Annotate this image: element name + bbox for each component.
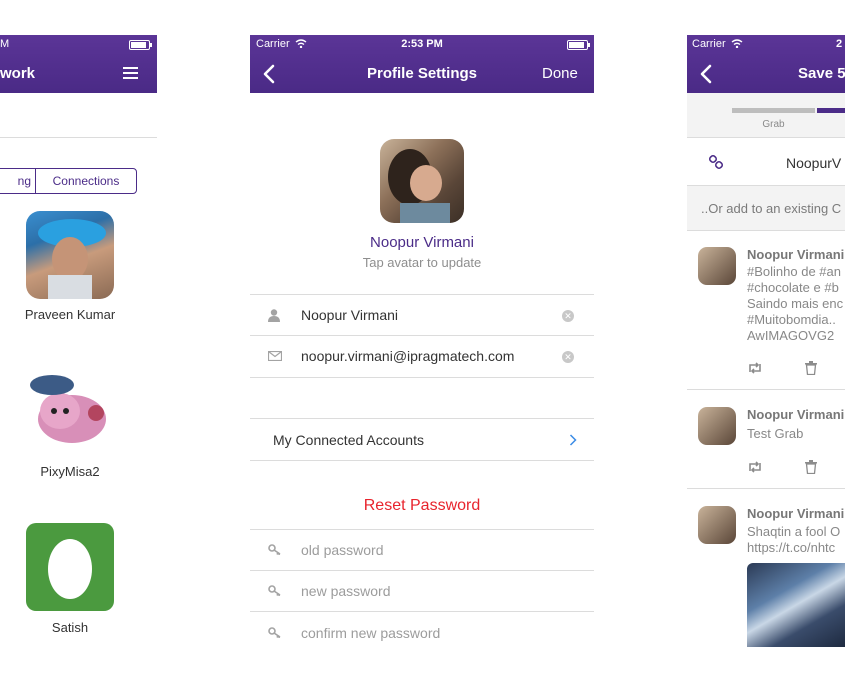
- battery-icon: [567, 40, 588, 50]
- tweet-avatar: [698, 247, 736, 285]
- battery-tip: [588, 43, 590, 47]
- divider: [687, 389, 845, 390]
- nav-title: work: [0, 65, 36, 82]
- avatar-satish[interactable]: [26, 523, 114, 611]
- avatar-pixymisa[interactable]: [26, 365, 114, 453]
- user-name-satish: Satish: [51, 620, 89, 635]
- key-icon: [268, 585, 281, 596]
- user-name-praveen: Praveen Kumar: [24, 307, 116, 322]
- name-field[interactable]: Noopur Virmani: [301, 307, 398, 323]
- tweet-avatar: [698, 506, 736, 544]
- divider: [250, 529, 594, 530]
- divider: [250, 460, 594, 461]
- status-time: M: [0, 38, 10, 50]
- link-icon: [709, 155, 723, 169]
- progress-panel: [687, 93, 845, 137]
- save-navbar: Carrier 2 Save 5: [687, 35, 845, 93]
- key-icon: [268, 627, 281, 638]
- email-field[interactable]: noopur.virmani@ipragmatech.com: [301, 348, 514, 364]
- wifi-icon: [731, 39, 743, 48]
- right-screen: Carrier 2 Save 5 Grab NoopurV ..Or add t…: [687, 35, 845, 647]
- progress-label: Grab: [762, 119, 785, 130]
- connected-accounts-row[interactable]: My Connected Accounts: [273, 432, 424, 448]
- person-photo-icon: [38, 219, 106, 299]
- divider: [687, 137, 845, 138]
- retweet-icon[interactable]: [747, 362, 763, 374]
- segment-connections[interactable]: Connections: [36, 169, 136, 193]
- tweet-body: Shaqtin a fool O https://t.co/nhtc: [747, 524, 841, 555]
- egg-icon: [48, 539, 92, 599]
- add-existing-text[interactable]: ..Or add to an existing C: [701, 201, 841, 216]
- progress-step-grab: [732, 108, 815, 113]
- progress-step-active: [817, 108, 845, 113]
- profile-avatar[interactable]: [380, 139, 464, 223]
- confirm-password-input[interactable]: confirm new password: [301, 625, 440, 641]
- tweet-body: Test Grab: [747, 426, 804, 441]
- divider: [250, 611, 594, 612]
- divider: [250, 335, 594, 336]
- divider: [687, 488, 845, 489]
- tweet-avatar: [698, 407, 736, 445]
- clear-name-icon[interactable]: ✕: [562, 310, 574, 322]
- profile-navbar: Carrier 2:53 PM Profile Settings Done: [250, 35, 594, 93]
- status-time: 2:53 PM: [401, 38, 443, 50]
- trash-icon[interactable]: [805, 361, 817, 375]
- status-time: 2: [836, 38, 843, 50]
- done-button[interactable]: Done: [542, 65, 578, 82]
- segment-following[interactable]: ng: [0, 169, 36, 193]
- divider: [250, 377, 594, 378]
- left-screen: M work ng Connections Praveen Kumar Pixy…: [0, 35, 157, 647]
- chevron-left-icon[interactable]: [700, 64, 712, 84]
- avatar-praveen[interactable]: [26, 211, 114, 299]
- battery-tip: [150, 43, 152, 47]
- person-photo-icon: [388, 149, 450, 223]
- new-password-input[interactable]: new password: [301, 583, 391, 599]
- divider: [250, 418, 594, 419]
- hamburger-icon[interactable]: [123, 67, 138, 79]
- tweet-image[interactable]: [747, 563, 845, 647]
- retweet-icon[interactable]: [747, 461, 763, 473]
- carrier-label: Carrier: [692, 38, 726, 50]
- user-name-pixymisa: PixyMisa2: [40, 464, 100, 479]
- chevron-right-icon[interactable]: [569, 434, 577, 446]
- avatar-hint: Tap avatar to update: [362, 255, 482, 270]
- tweet-body: #Bolinho de #an #chocolate e #b Saindo m…: [747, 264, 844, 343]
- segmented-control: ng Connections: [0, 168, 137, 194]
- plush-toy-icon: [30, 375, 106, 443]
- divider: [250, 294, 594, 295]
- old-password-input[interactable]: old password: [301, 542, 384, 558]
- divider: [0, 137, 157, 138]
- tweet-author: Noopur Virmani: [747, 506, 845, 521]
- nav-title: Save 5: [798, 65, 845, 82]
- tweet-author: Noopur Virmani: [747, 407, 845, 422]
- mail-icon: [268, 351, 282, 361]
- link-text[interactable]: NoopurV: [786, 155, 841, 171]
- divider: [250, 570, 594, 571]
- battery-icon: [129, 40, 150, 50]
- trash-icon[interactable]: [805, 460, 817, 474]
- profile-name: Noopur Virmani: [370, 234, 474, 251]
- clear-email-icon[interactable]: ✕: [562, 351, 574, 363]
- person-icon: [268, 309, 280, 322]
- reset-password-title: Reset Password: [363, 497, 481, 514]
- middle-screen: Carrier 2:53 PM Profile Settings Done No…: [250, 35, 594, 647]
- tweet-author: Noopur Virmani: [747, 247, 845, 262]
- divider: [687, 230, 845, 231]
- left-navbar: M work: [0, 35, 157, 93]
- key-icon: [268, 544, 281, 555]
